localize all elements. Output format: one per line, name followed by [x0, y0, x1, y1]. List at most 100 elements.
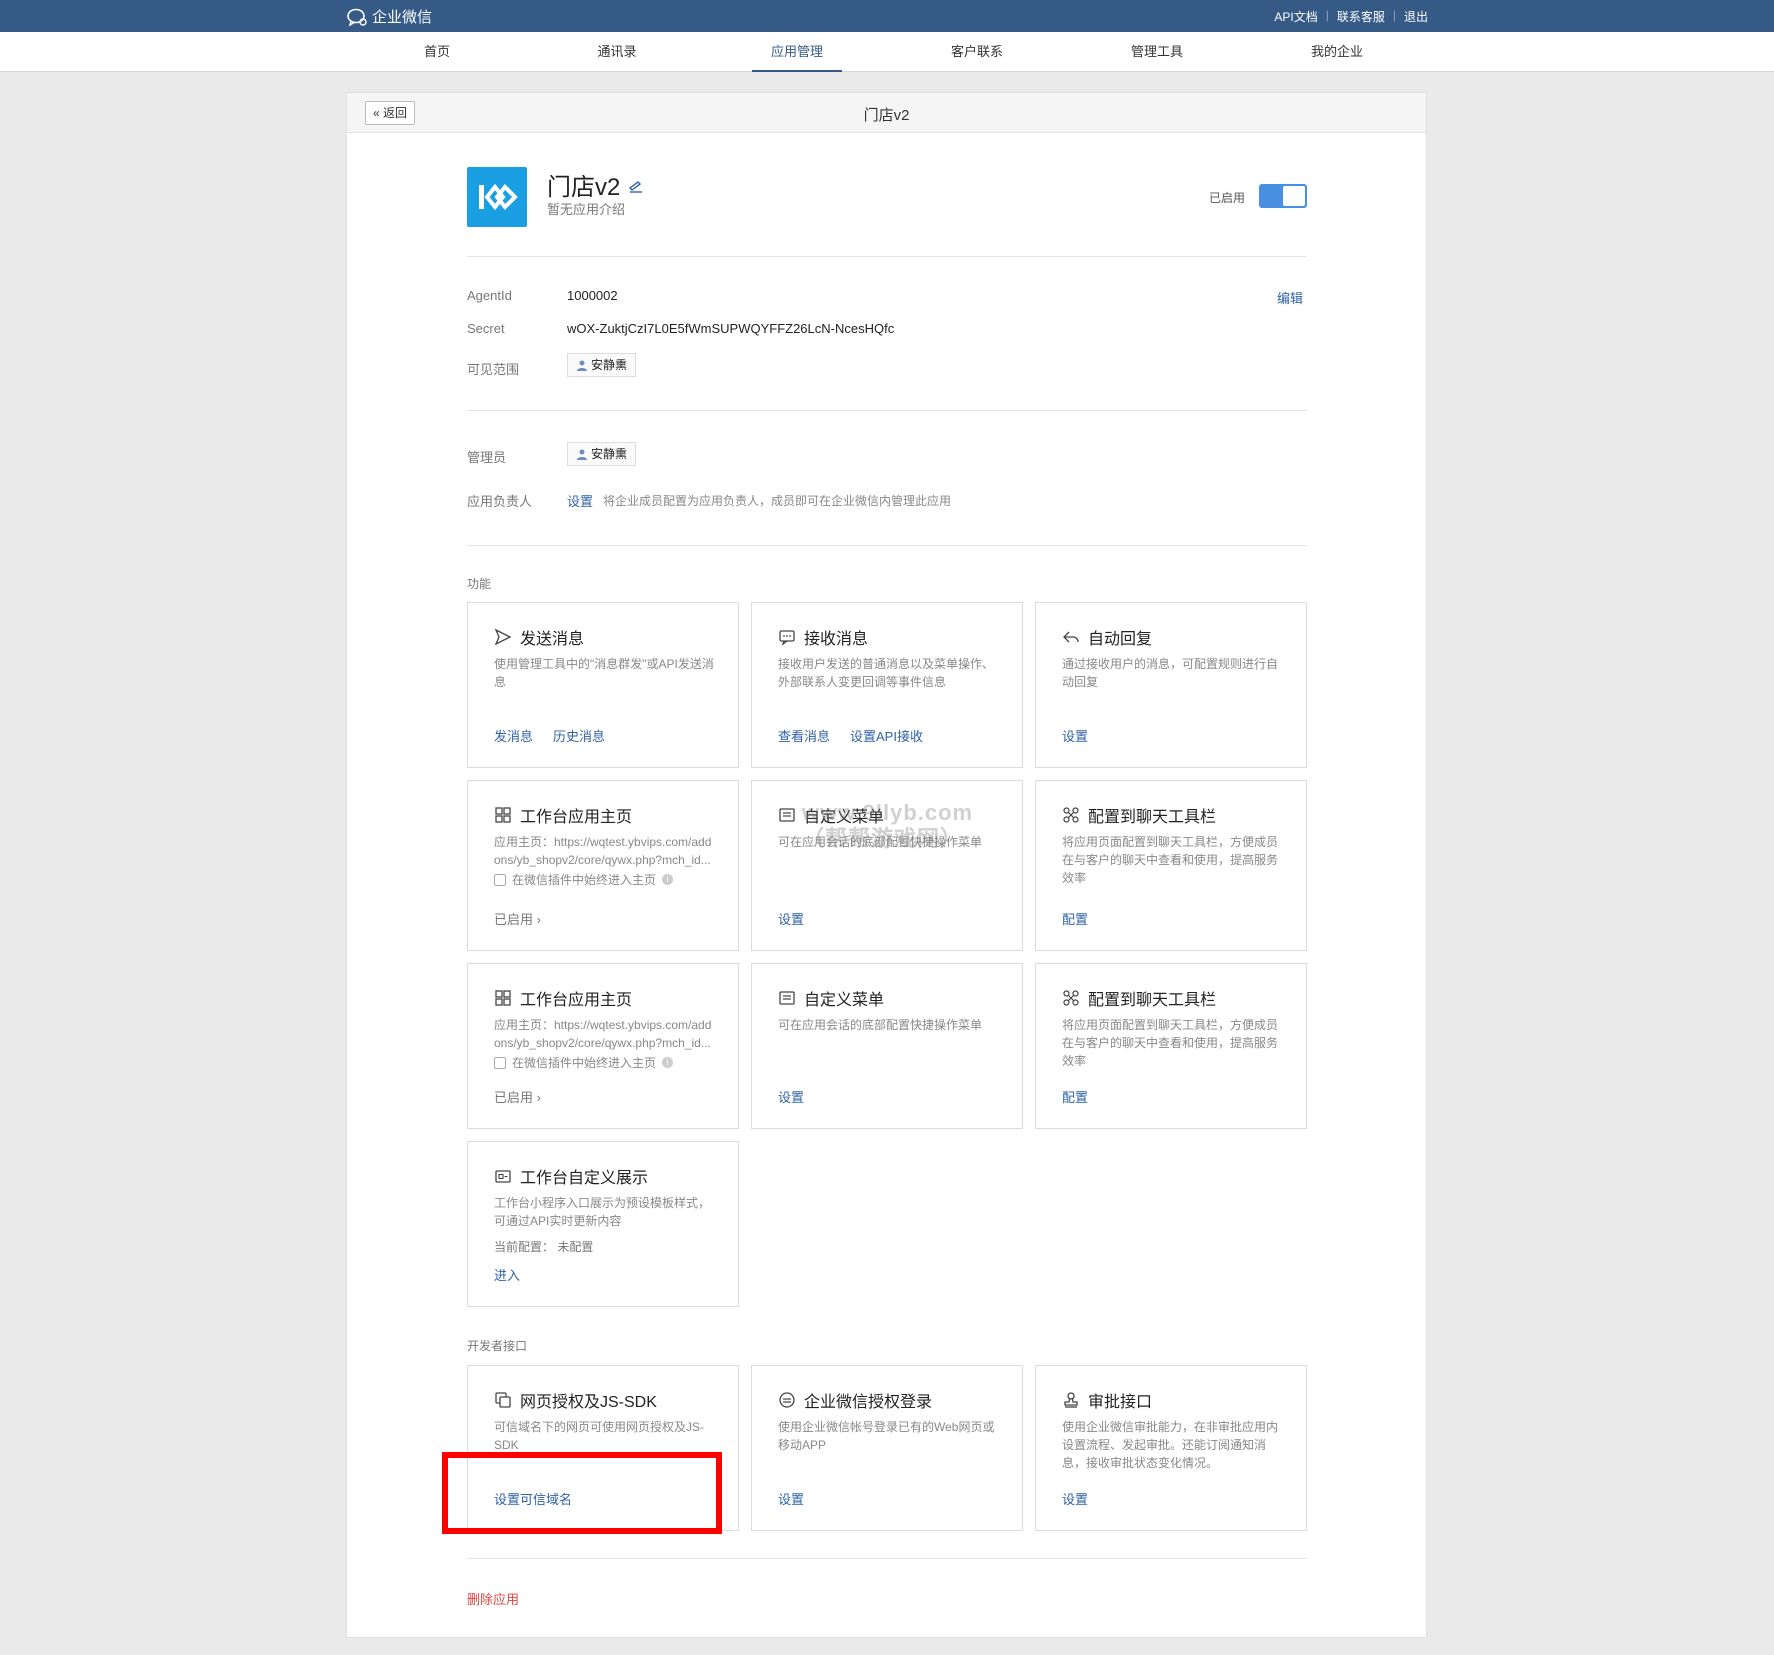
card-approval-api: 审批接口 使用企业微信审批能力，在非审批应用内设置流程、发起审批。还能订阅通知消…	[1035, 1365, 1307, 1531]
always-enter-homepage-checkbox[interactable]	[494, 873, 506, 886]
app-description: 暂无应用介绍	[547, 202, 626, 217]
card-title-text: 自定义菜单	[804, 809, 885, 826]
approval-api-settings-link[interactable]: 设置	[1062, 1489, 1088, 1508]
menu-list-icon	[779, 808, 795, 822]
set-api-receive-link[interactable]: 设置API接收	[850, 726, 923, 745]
view-message-link[interactable]: 查看消息	[778, 726, 830, 745]
display-panel-icon	[495, 1170, 511, 1183]
visible-user-chip[interactable]: 安静熏	[567, 353, 637, 377]
card-description: 工作台小程序入口展示为预设模板样式，可通过API实时更新内容	[494, 1196, 711, 1228]
homepage-enabled-status[interactable]: 已启用 ›	[494, 909, 541, 928]
card-title: 配置到聊天工具栏	[1062, 803, 1216, 827]
features-section-label: 功能	[467, 577, 492, 591]
visible-user-name: 安静熏	[591, 358, 628, 372]
chat-toolbar-config-link[interactable]: 配置	[1062, 1087, 1088, 1106]
send-icon	[494, 628, 512, 646]
card-title: 工作台应用主页	[494, 803, 632, 827]
contact-support-link[interactable]: 联系客服	[1337, 8, 1385, 25]
grid-icon	[495, 807, 511, 823]
app-logo	[467, 167, 527, 227]
app-name: 门店v2	[547, 167, 644, 202]
card-custom-menu: 自定义菜单 可在应用会话的底部配置快捷操作菜单 设置	[751, 963, 1023, 1129]
always-enter-homepage-label: 在微信插件中始终进入主页	[512, 873, 657, 887]
edit-pencil-icon[interactable]	[628, 177, 644, 193]
card-title-text: 接收消息	[804, 631, 869, 648]
divider	[467, 1558, 1307, 1559]
card-actions: 设置	[1062, 1489, 1088, 1508]
owner-set-link[interactable]: 设置	[567, 491, 593, 510]
homepage-enabled-status[interactable]: 已启用 ›	[494, 1087, 541, 1106]
card-description: 接收用户发送的普通消息以及菜单操作、外部联系人变更回调等事件信息	[778, 657, 995, 689]
card-title: 自定义菜单	[778, 986, 884, 1010]
history-message-link[interactable]: 历史消息	[553, 726, 605, 745]
enable-toggle[interactable]	[1259, 184, 1307, 208]
card-title-text: 审批接口	[1088, 1394, 1153, 1411]
agentid-value: 1000002	[567, 288, 618, 303]
toolbar-cross-icon	[1063, 807, 1079, 823]
wecom-logo-icon	[347, 8, 367, 26]
owner-row: 设置 将企业成员配置为应用负责人，成员即可在企业微信内管理此应用	[567, 491, 951, 510]
custom-menu-settings-link[interactable]: 设置	[778, 909, 804, 928]
admin-user-chip[interactable]: 安静熏	[567, 442, 637, 466]
card-title: 网页授权及JS-SDK	[494, 1388, 657, 1412]
link-separator: |	[1392, 8, 1396, 22]
card-title: 自动回复	[1062, 625, 1152, 649]
always-enter-homepage-checkbox[interactable]	[494, 1056, 506, 1069]
logout-link[interactable]: 退出	[1404, 8, 1428, 25]
enter-custom-display-link[interactable]: 进入	[494, 1265, 520, 1284]
card-title: 配置到聊天工具栏	[1062, 986, 1216, 1010]
info-icon[interactable]: i	[662, 1057, 674, 1068]
card-description: 可在应用会话的底部配置快捷操作菜单	[778, 835, 983, 849]
edit-details-link[interactable]: 编辑	[1277, 288, 1303, 307]
secret-value: wOX-ZuktjCzI7L0E5fWmSUPWQYFFZ26LcN-NcesH…	[567, 321, 895, 336]
card-title-text: 配置到聊天工具栏	[1088, 809, 1217, 826]
app-detail-panel: « 返回 门店v2 门店v2 暂无应用介绍 已启用 AgentId 100000…	[346, 92, 1427, 1638]
card-title-text: 工作台应用主页	[520, 809, 633, 826]
chat-toolbar-config-link[interactable]: 配置	[1062, 909, 1088, 928]
agentid-label: AgentId	[467, 288, 512, 303]
custom-menu-settings-link[interactable]: 设置	[778, 1087, 804, 1106]
card-actions: 发消息 历史消息	[494, 726, 605, 745]
card-workbench-custom-display: 工作台自定义展示 工作台小程序入口展示为预设模板样式，可通过API实时更新内容 …	[467, 1141, 739, 1307]
card-description: 使用企业微信审批能力，在非审批应用内设置流程、发起审批。还能订阅通知消息，接收审…	[1062, 1420, 1279, 1470]
tab-app-management[interactable]: 应用管理	[752, 32, 842, 72]
card-description: 使用企业微信帐号登录已有的Web网页或移动APP	[778, 1420, 995, 1452]
card-chat-toolbar: 配置到聊天工具栏 将应用页面配置到聊天工具栏，方便成员在与客户的聊天中查看和使用…	[1035, 780, 1307, 951]
card-actions: 设置	[1062, 726, 1088, 745]
tab-management-tools[interactable]: 管理工具	[1112, 32, 1202, 72]
owner-label: 应用负责人	[467, 494, 533, 509]
toolbar-cross-icon	[1063, 990, 1079, 1006]
card-actions: 查看消息 设置API接收	[778, 726, 923, 745]
homepage-url-line1: 应用主页：https://wqtest.ybvips.com/add	[494, 835, 712, 849]
divider	[467, 256, 1307, 257]
toggle-knob	[1283, 186, 1305, 206]
tab-customer-contact[interactable]: 客户联系	[932, 32, 1022, 72]
card-actions: 设置	[778, 1489, 804, 1508]
top-links: API文档 | 联系客服 | 退出	[1274, 8, 1428, 25]
visible-scope-label: 可见范围	[467, 362, 520, 377]
send-message-link[interactable]: 发消息	[494, 726, 533, 745]
brand-logo[interactable]: 企业微信	[346, 6, 432, 27]
stamp-icon	[1064, 1392, 1078, 1408]
copy-pages-icon	[495, 1392, 511, 1408]
auth-login-settings-link[interactable]: 设置	[778, 1489, 804, 1508]
tab-my-enterprise[interactable]: 我的企业	[1292, 32, 1382, 72]
auto-reply-settings-link[interactable]: 设置	[1062, 726, 1088, 745]
tab-home[interactable]: 首页	[392, 32, 482, 72]
current-config-note: 当前配置： 未配置	[494, 1240, 594, 1254]
card-description: 将应用页面配置到聊天工具栏，方便成员在与客户的聊天中查看和使用，提高服务效率	[1062, 835, 1279, 885]
card-actions: 设置	[778, 1087, 804, 1106]
info-icon[interactable]: i	[662, 874, 674, 885]
homepage-url-line2: ons/yb_shopv2/core/qywx.php?mch_id...	[494, 1036, 711, 1050]
app-name-text: 门店v2	[547, 174, 621, 201]
card-wecom-auth-login: 企业微信授权登录 使用企业微信帐号登录已有的Web网页或移动APP 设置	[751, 1365, 1023, 1531]
card-send-message: 发送消息 使用管理工具中的"消息群发"或API发送消息 发消息 历史消息	[467, 602, 739, 768]
delete-app-link[interactable]: 删除应用	[467, 1589, 519, 1608]
api-docs-link[interactable]: API文档	[1274, 8, 1317, 25]
chat-bubble-icon	[779, 630, 795, 646]
brand-name: 企业微信	[372, 9, 433, 26]
card-title-text: 工作台应用主页	[520, 992, 633, 1009]
card-custom-menu: 自定义菜单 可在应用会话的底部配置快捷操作菜单 设置	[751, 780, 1023, 951]
tab-contacts[interactable]: 通讯录	[572, 32, 662, 72]
panel-title: 门店v2	[863, 107, 910, 124]
